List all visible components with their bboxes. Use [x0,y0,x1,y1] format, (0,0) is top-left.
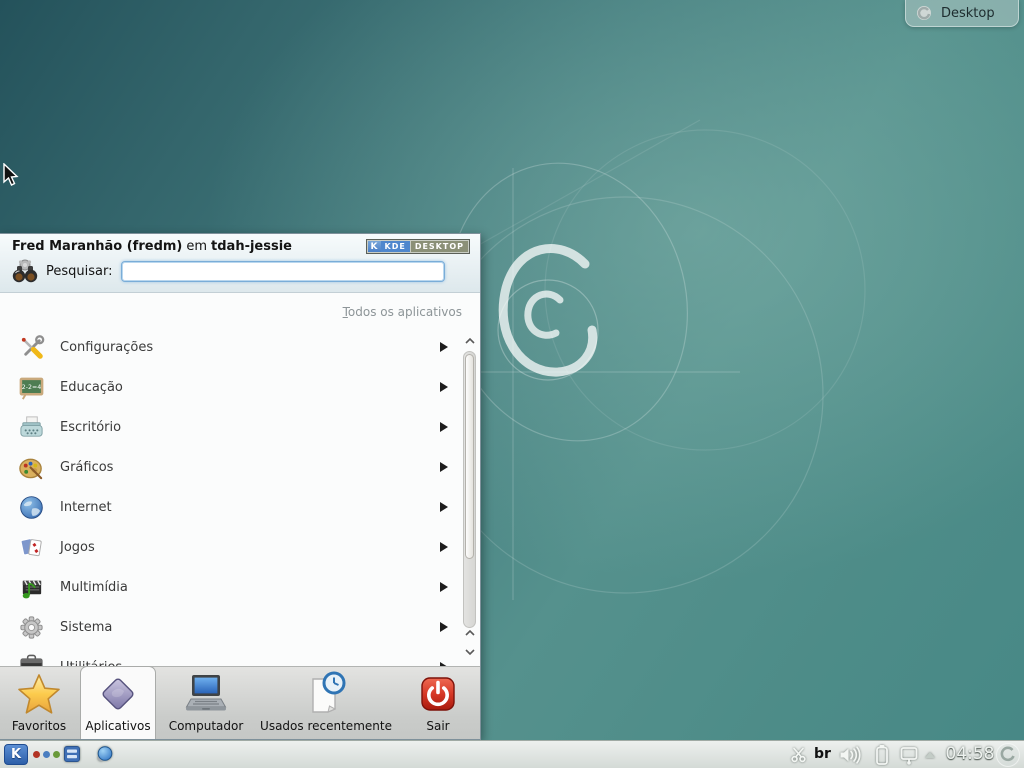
scroll-up-icon-2[interactable] [464,629,476,637]
cards-icon [18,534,45,561]
cashew-swirl [997,744,1019,766]
display-icon[interactable] [898,746,920,765]
menu-item-sistema[interactable]: Sistema [0,607,456,647]
user-name: Fred Maranhão (fredm) [12,239,182,254]
scrollbar[interactable] [462,337,477,660]
mouse-cursor [3,163,20,187]
tab-label: Usados recentemente [260,719,392,733]
kde-diamond-icon [94,670,142,718]
drawer-icon[interactable] [63,745,81,763]
tools-icon [18,334,45,361]
globe-icon [18,494,45,521]
chalkboard-icon: 2-2=4 [18,374,45,401]
hostname: tdah-jessie [211,239,292,254]
menu-item-label: Educação [60,380,123,395]
tab-computador[interactable]: Computador [156,667,256,739]
applications-view: Todos os aplicativos Configurações [0,293,480,666]
kickoff-header: Fred Maranhão (fredm) em tdah-jessie K K… [0,234,480,293]
tab-label: Favoritos [12,719,66,733]
connector-text: em [186,239,207,254]
gear-icon [18,614,45,641]
clapper-note-icon [18,574,45,601]
submenu-arrow-icon [440,382,448,392]
tab-label: Aplicativos [85,719,150,733]
keyboard-layout-indicator[interactable]: br [814,746,831,762]
menu-item-label: Gráficos [60,460,113,475]
kickoff-launcher: Fred Maranhão (fredm) em tdah-jessie K K… [0,233,481,740]
user-host-title: Fred Maranhão (fredm) em tdah-jessie K K… [10,239,470,254]
submenu-arrow-icon [440,342,448,352]
typewriter-icon [18,414,45,441]
breadcrumb[interactable]: Todos os aplicativos [343,305,462,319]
red-dot [33,751,40,758]
menu-item-jogos[interactable]: Jogos [0,527,456,567]
submenu-arrow-icon [440,502,448,512]
badge-desktop-label: DESKTOP [411,241,468,252]
swirl-icon [916,5,932,21]
taskbar-panel: K br [0,740,1024,768]
laptop-icon [182,670,230,718]
submenu-arrow-icon [440,622,448,632]
battery-icon[interactable] [874,744,890,766]
menu-item-escritorio[interactable]: Escritório [0,407,456,447]
volume-icon[interactable] [838,746,862,764]
submenu-arrow-icon [440,422,448,432]
tab-favoritos[interactable]: Favoritos [0,667,78,739]
tab-label: Computador [169,719,244,733]
activities-dots-icon[interactable] [33,751,60,758]
scrollbar-track[interactable] [463,351,476,628]
tab-aplicativos[interactable]: Aplicativos [80,666,156,739]
kde-menu-button[interactable]: K [4,744,28,765]
tab-label: Sair [426,719,449,733]
menu-item-educacao[interactable]: 2-2=4 Educação [0,367,456,407]
tab-sair[interactable]: Sair [398,667,478,739]
category-list: Configurações 2-2=4 Educação [0,327,456,666]
kickoff-tabbar: Favoritos Aplicativos [0,666,480,739]
desktop-screen: Desktop Fred Maranhão (fredm) em tdah-je… [0,0,1024,768]
menu-item-graficos[interactable]: Gráficos [0,447,456,487]
toolbox-icon [18,654,45,667]
submenu-arrow-icon [440,462,448,472]
search-input[interactable] [121,261,446,282]
tab-usados-recentemente[interactable]: Usados recentemente [256,667,396,739]
menu-item-internet[interactable]: Internet [0,487,456,527]
menu-item-label: Configurações [60,340,153,355]
scroll-down-icon[interactable] [464,648,476,656]
scroll-up-icon[interactable] [464,337,476,345]
expand-arrow-icon[interactable] [925,752,935,758]
green-dot [53,751,60,758]
scissors-clipboard-icon[interactable] [790,746,808,764]
star-icon [15,670,63,718]
menu-item-label: Sistema [60,620,112,635]
menu-item-multimidia[interactable]: Multimídia [0,567,456,607]
menu-item-label: Escritório [60,420,121,435]
power-icon [414,670,462,718]
menu-item-label: Jogos [60,540,95,555]
panel-clock[interactable]: 04:58 [941,744,999,764]
binoculars-search-icon [10,257,40,285]
search-row: Pesquisar: [10,257,470,285]
recent-docs-icon [302,670,350,718]
desktop-widget-title: Desktop [941,6,995,21]
plasma-ball-icon[interactable] [95,745,113,763]
search-label: Pesquisar: [46,264,113,279]
badge-kde-label: KDE [381,241,410,252]
submenu-arrow-icon [440,582,448,592]
menu-item-utilitarios[interactable]: Utilitários [0,647,456,666]
palette-icon [18,454,45,481]
submenu-arrow-icon [440,542,448,552]
scrollbar-thumb[interactable] [465,354,474,559]
menu-item-label: Multimídia [60,580,128,595]
desktop-folder-widget[interactable]: Desktop [905,0,1019,27]
menu-item-label: Internet [60,500,112,515]
menu-item-configuracoes[interactable]: Configurações [0,327,456,367]
kde-logo-icon: K [368,241,381,252]
cashew-icon[interactable] [996,743,1020,767]
svg-text:2-2=4: 2-2=4 [22,383,41,390]
kde-desktop-badge: K KDE DESKTOP [366,239,471,254]
blue-dot [43,751,50,758]
